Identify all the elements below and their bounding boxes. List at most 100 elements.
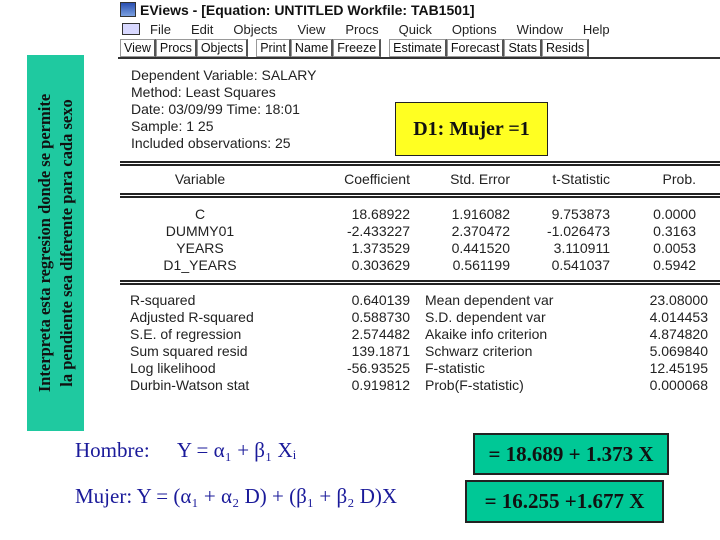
stats-cell: Mean dependent var	[425, 291, 554, 308]
note-line-1: Interpreta esta regresion donde se permi…	[34, 93, 54, 393]
stats-cell: Prob(F-statistic)	[425, 376, 524, 393]
menu-quick[interactable]: Quick	[399, 22, 432, 37]
mujer-formula: Y = (α₁ + α₂ D) + (β₁ + β₂ D)X	[136, 484, 398, 508]
cell: C	[194, 205, 206, 222]
menu-window[interactable]: Window	[517, 22, 563, 37]
document-icon[interactable]	[122, 23, 140, 35]
cell: YEARS	[176, 239, 224, 256]
cell: 0.0053	[653, 239, 696, 256]
cell: 2.370472	[451, 222, 510, 239]
menu-procs[interactable]: Procs	[345, 22, 378, 37]
table-row: D1_YEARS 0.303629 0.561199 0.541037 0.5942	[130, 256, 696, 273]
mujer-result: = 16.255 +1.677 X	[465, 480, 664, 523]
stats-cell: F-statistic	[425, 359, 485, 376]
dependent-variable: Dependent Variable: SALARY	[131, 67, 317, 83]
coefficient-table: Variable Coefficient Std. Error t-Statis…	[130, 170, 696, 273]
stats-cell: 4.874820	[649, 325, 708, 342]
cell: 18.68922	[351, 205, 410, 222]
stats-row: Durbin-Watson stat 0.919812 Prob(F-statist…	[130, 376, 708, 393]
table-header-row: Variable Coefficient Std. Error t-Statis…	[130, 170, 696, 187]
stats-cell: Sum squared resid	[130, 342, 248, 359]
resids-button[interactable]: Resids	[541, 39, 590, 57]
stats-row: Sum squared resid 139.1871 Schwarz criteri…	[130, 342, 708, 359]
included-observations: Included observations: 25	[131, 135, 291, 151]
stats-button[interactable]: Stats	[504, 39, 542, 57]
col-t-statistic: t-Statistic	[552, 170, 610, 187]
cell: 0.3163	[653, 222, 696, 239]
cell: 0.303629	[351, 256, 410, 273]
stats-cell: 23.08000	[649, 291, 708, 308]
stats-cell: 0.919812	[351, 376, 410, 393]
menu-help[interactable]: Help	[583, 22, 610, 37]
hombre-result: = 18.689 + 1.373 X	[473, 433, 669, 475]
method: Method: Least Squares	[131, 84, 276, 100]
menu-view[interactable]: View	[297, 22, 325, 37]
stats-cell: Akaike info criterion	[425, 325, 548, 342]
cell: 3.110911	[553, 239, 610, 256]
col-std-error: Std. Error	[450, 170, 510, 187]
stats-row: Adjusted R-squared 0.588730 S.D. dependent…	[130, 308, 708, 325]
name-button[interactable]: Name	[290, 39, 334, 57]
stats-cell: Schwarz criterion	[425, 342, 533, 359]
stats-cell: 5.069840	[649, 342, 708, 359]
stats-cell: Adjusted R-squared	[130, 308, 254, 325]
mujer-label: Mujer:	[75, 484, 133, 508]
stats-row: R-squared 0.640139 Mean dependent var 23.08…	[130, 291, 708, 308]
note-line-2: la pendiente sea diferente para cada sex…	[56, 99, 76, 387]
stats-cell: 0.000068	[649, 376, 708, 393]
table-row: YEARS 1.373529 0.441520 3.110911 0.0053	[130, 239, 696, 256]
window-title: EViews - [Equation: UNTITLED Workfile: T…	[140, 1, 475, 18]
hombre-label: Hombre:	[75, 438, 150, 462]
col-coefficient: Coefficient	[344, 170, 410, 187]
cell: 0.5942	[653, 256, 696, 273]
cell: DUMMY01	[165, 222, 235, 239]
estimate-button[interactable]: Estimate	[389, 39, 447, 57]
stats-cell: 4.014453	[649, 308, 708, 325]
cell: -1.026473	[546, 222, 610, 239]
view-button[interactable]: View	[120, 39, 156, 57]
stats-cell: S.E. of regression	[130, 325, 242, 342]
cell: 0.541037	[551, 256, 610, 273]
menu-file[interactable]: File	[150, 22, 171, 37]
stats-cell: S.D. dependent var	[425, 308, 546, 325]
cell: D1_YEARS	[163, 256, 237, 273]
objects-button[interactable]: Objects	[196, 39, 249, 57]
sample: Sample: 1 25	[131, 118, 214, 134]
date-time: Date: 03/09/99 Time: 18:01	[131, 101, 300, 117]
menu-bar: File Edit Objects View Procs Quick Optio…	[118, 19, 720, 39]
stats-cell: 12.45195	[649, 359, 708, 376]
cell: 0.0000	[653, 205, 696, 222]
stats-cell: Durbin-Watson stat	[130, 376, 250, 393]
summary-stats-table: R-squared 0.640139 Mean dependent var 23.08…	[130, 291, 708, 393]
col-prob: Prob.	[662, 170, 696, 187]
print-button[interactable]: Print	[256, 39, 291, 57]
menu-edit[interactable]: Edit	[191, 22, 213, 37]
menu-objects[interactable]: Objects	[233, 22, 277, 37]
title-bar[interactable]: EViews - [Equation: UNTITLED Workfile: T…	[118, 0, 720, 19]
cell: 9.753873	[551, 205, 610, 222]
dummy-callout: D1: Mujer =1	[395, 102, 548, 156]
stats-cell: 0.640139	[351, 291, 410, 308]
forecast-button[interactable]: Forecast	[446, 39, 505, 57]
eviews-app-icon	[120, 2, 136, 17]
cell: 1.916082	[451, 205, 510, 222]
estimation-header: Dependent Variable: SALARY Method: Least…	[131, 67, 317, 152]
stats-row: S.E. of regression 2.574482 Akaike info cr…	[130, 325, 708, 342]
col-variable: Variable	[174, 170, 226, 187]
instruction-note: Interpreta esta regresion donde se permi…	[27, 55, 84, 431]
procs-button[interactable]: Procs	[155, 39, 197, 57]
stats-cell: -56.93525	[346, 359, 410, 376]
mujer-equation: Mujer: Y = (α₁ + α₂ D) + (β₁ + β₂ D)X	[75, 484, 397, 509]
stats-cell: R-squared	[130, 291, 196, 308]
table-row: DUMMY01 -2.433227 2.370472 -1.026473 0.3163	[130, 222, 696, 239]
table-row: C 18.68922 1.916082 9.753873 0.0000	[130, 205, 696, 222]
stats-cell: Log likelihood	[130, 359, 216, 376]
stats-cell: 0.588730	[351, 308, 410, 325]
hombre-equation: Hombre: Y = α₁ + β₁ Xᵢ	[75, 438, 296, 463]
cell: 0.441520	[451, 239, 510, 256]
freeze-button[interactable]: Freeze	[333, 39, 382, 57]
menu-options[interactable]: Options	[452, 22, 497, 37]
stats-cell: 139.1871	[351, 342, 410, 359]
hombre-formula: Y = α₁ + β₁ Xᵢ	[176, 438, 297, 462]
cell: -2.433227	[346, 222, 410, 239]
